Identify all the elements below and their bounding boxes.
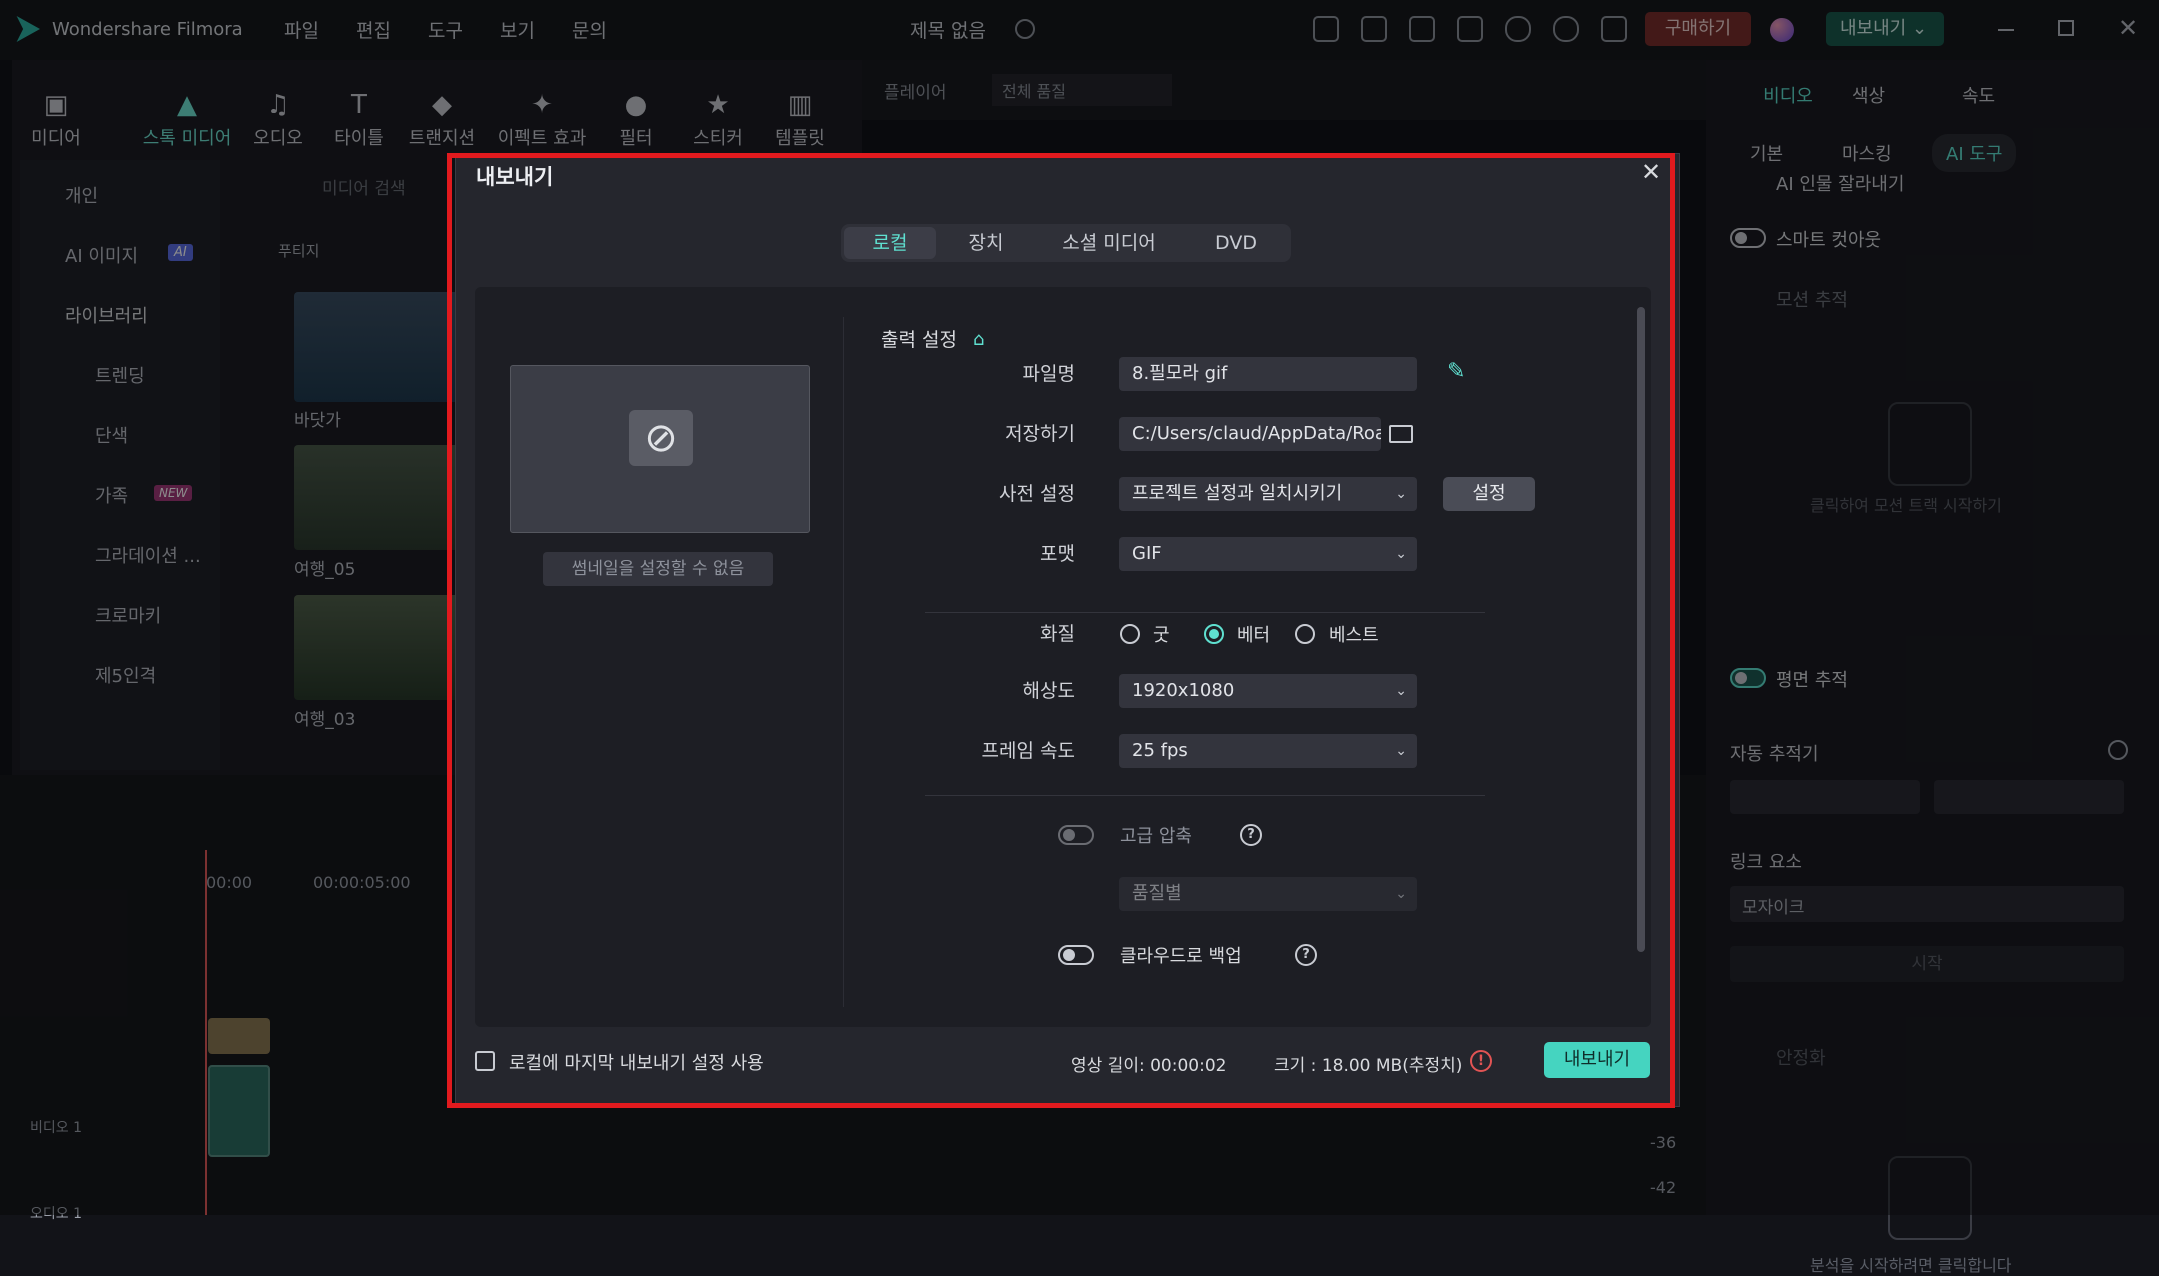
analysis-hint: 분석을 시작하려면 클릭합니다 [1810, 1256, 2012, 1275]
highlight-box [447, 153, 1675, 1108]
